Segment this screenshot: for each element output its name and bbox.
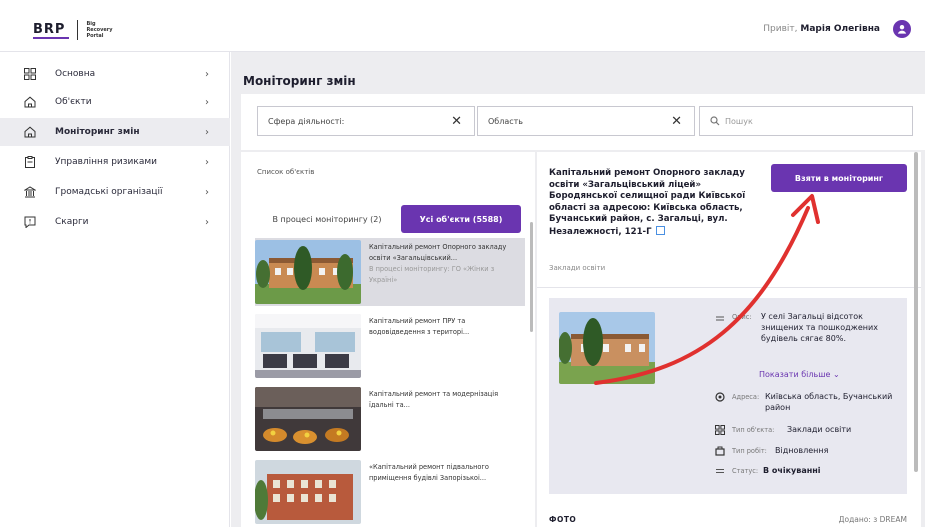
logo-name-line3: Portal: [86, 33, 104, 39]
greeting: Привіт, Марія Олегівна: [763, 24, 880, 34]
sidebar-item-label: Об'єкти: [55, 97, 92, 107]
status-key: Статус:: [732, 467, 759, 475]
chevron-right-icon: ›: [205, 96, 209, 108]
sidebar-item-risk-management[interactable]: Управління ризиками ›: [0, 148, 230, 176]
clipboard-icon: [24, 156, 36, 168]
user-circle-icon[interactable]: [893, 20, 911, 38]
sidebar-item-label: Управління ризиками: [55, 157, 157, 167]
sidebar-item-main[interactable]: Основна ›: [0, 60, 230, 88]
logo-abbr: BRP: [33, 22, 70, 39]
tab-in-progress[interactable]: В процесі моніторингу (2): [255, 205, 399, 233]
logo-separator: [77, 20, 79, 40]
chevron-right-icon: ›: [205, 126, 209, 138]
show-more-link[interactable]: Показати більше ⌄: [759, 370, 840, 379]
region-filter-placeholder: Область: [488, 116, 524, 126]
message-icon: [24, 216, 36, 228]
location-pin-icon: [715, 392, 725, 402]
search-icon: [710, 116, 720, 126]
sphere-filter[interactable]: Сфера діяльності: ✕: [257, 106, 475, 136]
list-item[interactable]: Капітальний ремонт ПРУ та водовідведення…: [255, 312, 525, 380]
search-placeholder: Пошук: [725, 116, 753, 126]
address-value: Київська область, Бучанський район: [765, 392, 893, 412]
sidebar-item-label: Скарги: [55, 217, 89, 227]
grid-icon: [24, 68, 36, 80]
sidebar-item-public-orgs[interactable]: Громадські організації ›: [0, 178, 230, 206]
building-icon: [24, 186, 36, 198]
object-type-key: Тип об'єкта:: [732, 426, 775, 434]
object-photo: [255, 387, 361, 451]
sphere-filter-placeholder: Сфера діяльності:: [268, 116, 345, 126]
show-more-label: Показати більше: [759, 370, 831, 379]
description-icon: [715, 314, 725, 324]
sidebar-item-complaints[interactable]: Скарги ›: [0, 208, 230, 236]
object-photo: [255, 240, 361, 304]
work-type-value: Відновлення: [775, 446, 829, 455]
chevron-right-icon: ›: [205, 156, 209, 168]
list-item[interactable]: «Капітальний ремонт підвального приміщен…: [255, 458, 525, 526]
detail-category: Заклади освіти: [549, 264, 606, 272]
list-item-subtitle: В процесі моніторингу: ГО «Жінки з Украї…: [369, 265, 495, 284]
take-monitoring-button[interactable]: Взяти в моніторинг: [771, 164, 907, 192]
home-icon: [24, 126, 36, 138]
chevron-right-icon: ›: [205, 186, 209, 198]
chevron-right-icon: ›: [205, 68, 209, 80]
detail-title-text: Капітальний ремонт Опорного закладу осві…: [549, 168, 746, 237]
user-name: Марія Олегівна: [800, 24, 880, 34]
object-detail-panel: Капітальний ремонт Опорного закладу осві…: [537, 152, 921, 527]
top-bar: BRP Big Recovery Portal Привіт, Марія Ол…: [0, 0, 925, 52]
object-type-value: Заклади освіти: [787, 425, 852, 434]
detail-title: Капітальний ремонт Опорного закладу осві…: [549, 168, 771, 239]
detail-scrollbar[interactable]: [914, 152, 918, 472]
logo-name: Big Recovery Portal: [86, 21, 112, 39]
address-key: Адреса:: [732, 393, 760, 401]
greeting-prefix: Привіт,: [763, 24, 798, 34]
region-filter[interactable]: Область ✕: [477, 106, 695, 136]
object-photo[interactable]: [559, 312, 655, 384]
building-icon: [715, 446, 725, 456]
page-title: Моніторинг змін: [243, 74, 356, 88]
filter-bar: Сфера діяльності: ✕ Область ✕ Пошук: [241, 94, 925, 150]
object-photo: [255, 314, 361, 378]
search-input[interactable]: Пошук: [699, 106, 913, 136]
objects-list-panel: Список об'єктів В процесі моніторингу (2…: [241, 152, 535, 527]
list-scrollbar[interactable]: [530, 222, 533, 332]
sidebar-item-label: Основна: [55, 69, 96, 79]
clear-icon[interactable]: ✕: [671, 114, 682, 129]
tab-all-objects[interactable]: Усі об'єкти (5588): [401, 205, 521, 233]
list-item-title: Капітальний ремонт ПРУ та водовідведення…: [369, 317, 470, 336]
sidebar-item-objects[interactable]: Об'єкти ›: [0, 88, 230, 116]
logo[interactable]: BRP Big Recovery Portal: [33, 20, 112, 40]
sidebar-item-monitoring[interactable]: Моніторинг змін ›: [0, 118, 230, 146]
chevron-right-icon: ›: [205, 216, 209, 228]
sidebar: Основна › Об'єкти › Моніторинг змін › Уп…: [0, 52, 230, 527]
status-icon: [715, 466, 725, 476]
description-value: У селі Загальці відсоток знищених та пош…: [761, 312, 878, 343]
photos-label: ФОТО: [549, 515, 577, 524]
list-title: Список об'єктів: [257, 168, 315, 176]
list-item[interactable]: Капітальний ремонт Опорного закладу осві…: [255, 238, 525, 306]
home-icon: [24, 96, 36, 108]
list-item-title: Капітальний ремонт та модернізація їдаль…: [369, 390, 499, 409]
status-value: В очікуванні: [763, 466, 821, 475]
list-item-title: Капітальний ремонт Опорного закладу осві…: [369, 243, 507, 262]
sidebar-item-label: Моніторинг змін: [55, 127, 140, 137]
chevron-down-icon: ⌄: [832, 370, 840, 379]
description-key: Опис:: [732, 313, 752, 321]
clear-icon[interactable]: ✕: [451, 114, 462, 129]
added-source-label: Додано: з DREAM: [838, 515, 907, 524]
list-item-title: «Капітальний ремонт підвального приміщен…: [369, 463, 489, 482]
work-type-key: Тип робіт:: [732, 447, 767, 455]
object-info-card: Опис: У селі Загальці відсоток знищених …: [549, 298, 907, 494]
external-link-icon[interactable]: [655, 225, 665, 235]
main-content: Моніторинг змін Сфера діяльності: ✕ Обла…: [231, 52, 925, 527]
divider: [537, 287, 921, 288]
object-photo: [255, 460, 361, 524]
sidebar-item-label: Громадські організації: [55, 187, 163, 197]
list-item[interactable]: Капітальний ремонт та модернізація їдаль…: [255, 385, 525, 453]
grid-icon: [715, 425, 725, 435]
